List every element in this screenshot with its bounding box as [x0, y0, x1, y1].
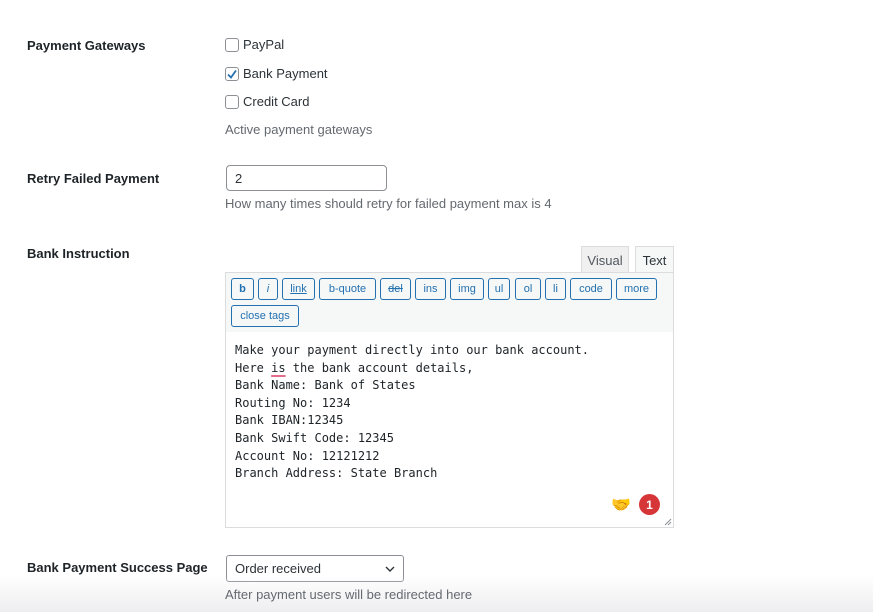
ins-button[interactable]: ins — [415, 278, 446, 300]
retry-count-value: 2 — [235, 170, 243, 186]
gateway-option-bank-payment[interactable]: Bank Payment — [225, 66, 328, 81]
retry-count-input[interactable]: 2 — [226, 165, 387, 191]
close-tags-button[interactable]: close tags — [231, 305, 299, 327]
paypal-checkbox[interactable] — [225, 37, 239, 52]
payment-gateways-label: Payment Gateways — [27, 38, 146, 53]
bank-instruction-content: Make your payment directly into our bank… — [235, 342, 589, 483]
content-line: Branch Address: State Branch — [235, 466, 438, 481]
gateway-option-label: Bank Payment — [243, 66, 328, 81]
tab-visual[interactable]: Visual — [581, 246, 629, 273]
content-line: Bank Swift Code: 12345 — [235, 430, 394, 445]
gateway-option-credit-card[interactable]: Credit Card — [225, 94, 309, 109]
bank-instruction-label: Bank Instruction — [27, 246, 130, 261]
success-page-select[interactable]: Order received — [226, 555, 404, 582]
tab-text[interactable]: Text — [635, 246, 674, 273]
code-button[interactable]: code — [570, 278, 612, 300]
content-line: Account No: 12121212 — [235, 448, 380, 463]
blockquote-button[interactable]: b-quote — [319, 278, 376, 300]
quicktags-toolbar: b i link b-quote del ins img ul ol li co… — [225, 272, 674, 333]
li-button[interactable]: li — [545, 278, 566, 300]
payment-gateways-description: Active payment gateways — [225, 122, 373, 137]
credit-card-checkbox[interactable] — [225, 94, 239, 109]
italic-button[interactable]: i — [258, 278, 278, 300]
content-line: Make your payment directly into our bank… — [235, 343, 590, 357]
content-line: Routing No: 1234 — [235, 395, 351, 410]
notification-badge[interactable]: 1 — [639, 494, 660, 515]
content-line: Bank IBAN:12345 — [235, 413, 344, 428]
bank-instruction-textarea[interactable]: Make your payment directly into our bank… — [225, 332, 674, 528]
gateway-option-label: PayPal — [243, 37, 285, 52]
resize-handle-icon[interactable] — [664, 518, 672, 526]
handshake-icon[interactable]: 🤝 — [611, 495, 631, 515]
link-button[interactable]: link — [282, 278, 315, 300]
more-button[interactable]: more — [616, 278, 657, 300]
img-button[interactable]: img — [450, 278, 484, 300]
ol-button[interactable]: ol — [515, 278, 541, 300]
chevron-down-icon — [385, 566, 395, 572]
ul-button[interactable]: ul — [488, 278, 510, 300]
bold-button[interactable]: b — [231, 278, 254, 300]
gateway-option-label: Credit Card — [243, 94, 310, 109]
checkmark-icon — [227, 69, 237, 79]
success-page-description: After payment users will be redirected h… — [225, 587, 473, 602]
content-line: Bank Name: Bank of States — [235, 378, 416, 393]
bank-payment-checkbox[interactable] — [225, 66, 239, 81]
content-line: Here is the bank account details, — [235, 360, 474, 375]
spellcheck-word: is — [271, 360, 286, 375]
retry-failed-payment-label: Retry Failed Payment — [27, 171, 160, 186]
del-button[interactable]: del — [380, 278, 411, 300]
gateway-option-paypal[interactable]: PayPal — [225, 37, 284, 52]
bank-payment-success-page-label: Bank Payment Success Page — [27, 560, 208, 575]
success-page-selected: Order received — [235, 561, 321, 576]
retry-failed-payment-description: How many times should retry for failed p… — [225, 196, 552, 211]
